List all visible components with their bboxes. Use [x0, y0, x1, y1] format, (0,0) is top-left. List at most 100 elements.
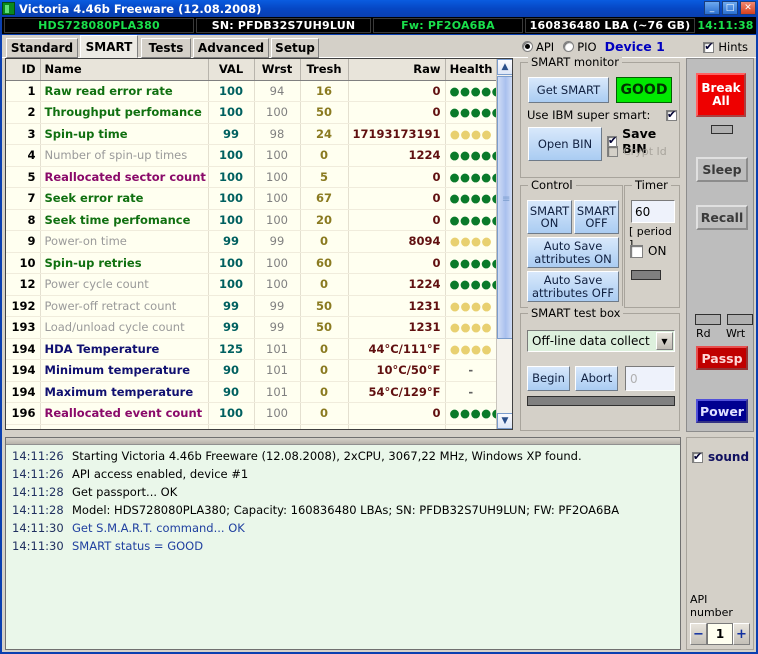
cell-raw: 1224 [348, 144, 446, 167]
test-value-field[interactable]: 0 [625, 366, 675, 391]
radio-api-label: API [536, 39, 555, 54]
smart-off-button[interactable]: SMART OFF [574, 200, 619, 234]
cell-name: Throughput perfomance [40, 101, 209, 124]
smart-on-button[interactable]: SMART ON [527, 200, 572, 234]
header-name[interactable]: Name [40, 59, 209, 81]
crypt-id-checkbox[interactable] [607, 146, 618, 157]
table-row[interactable]: 8 Seek time perfomance 100 100 20 0 ●●●●● [6, 209, 498, 231]
table-row[interactable]: 196 Reallocated event count 100 100 0 0 ●●●●● [6, 402, 498, 425]
cell-health: ●●●●● [445, 273, 498, 296]
api-number-stepper[interactable]: − 1 + [690, 623, 750, 645]
cell-raw: 0 [348, 80, 446, 102]
timer-on-checkbox[interactable] [630, 244, 643, 258]
sound-checkbox[interactable] [692, 450, 703, 463]
table-row[interactable]: 193 Load/unload cycle count 99 99 50 1231 ●●●● [6, 316, 498, 339]
log-console[interactable]: 14:11:26 Starting Victoria 4.46b Freeware… [5, 437, 681, 650]
cell-tresh: 67 [300, 187, 349, 210]
sleep-button[interactable]: Sleep [696, 157, 748, 182]
auto-save-on-button[interactable]: Auto Save attributes ON [527, 237, 619, 268]
cell-name: Power-on time [40, 230, 209, 253]
action-rail: Break All Sleep Recall Rd Wrt Passp Power [686, 58, 754, 432]
cell-wrst: 98 [254, 123, 301, 145]
scrollbar-thumb[interactable] [497, 76, 512, 339]
timer-input[interactable]: 60 [631, 200, 675, 223]
table-row[interactable]: 4 Number of spin-up times 100 100 0 1224 ●●●●● [6, 144, 498, 167]
header-health[interactable]: Health [445, 59, 498, 81]
table-row[interactable]: 194 HDA Temperature 125 101 0 44°C/111°F ●●●● [6, 338, 498, 360]
radio-pio[interactable] [563, 41, 575, 52]
table-row[interactable]: 1 Raw read error rate 100 94 16 0 ●●●●● [6, 80, 498, 102]
header-raw[interactable]: Raw [348, 59, 446, 81]
header-id[interactable]: ID [6, 59, 41, 81]
table-row[interactable]: 197Current pending sectors10010000●●●●● [6, 424, 498, 429]
table-row[interactable]: 194 Minimum temperature 90 101 0 10°C/50°F - [6, 359, 498, 382]
table-row[interactable]: 5 Reallocated sector count 100 100 5 0 ●●●●● [6, 166, 498, 188]
cell-id: 5 [6, 166, 41, 188]
hints-checkbox[interactable] [703, 40, 715, 53]
minimize-button[interactable]: _ [704, 1, 720, 15]
tab-tests[interactable]: Tests [141, 38, 191, 58]
cell-wrst: 99 [254, 316, 301, 339]
cell-name: Reallocated event count [40, 402, 209, 425]
cell-name: Minimum temperature [40, 359, 209, 382]
cell-val: 100 [208, 144, 255, 167]
begin-button[interactable]: Begin [527, 366, 570, 391]
api-number-value[interactable]: 1 [707, 623, 733, 645]
close-button[interactable]: ✕ [740, 1, 756, 15]
window-buttons: _ □ ✕ [704, 1, 756, 15]
passport-button[interactable]: Passp [696, 346, 748, 370]
cell-wrst: 100 [254, 187, 301, 210]
table-row[interactable]: 3 Spin-up time 99 98 24 17193173191 ●●●● [6, 123, 498, 145]
cell-tresh: 50 [300, 101, 349, 124]
header-tresh[interactable]: Tresh [300, 59, 349, 81]
scroll-up-icon[interactable]: ▲ [497, 59, 512, 75]
tab-smart[interactable]: SMART [80, 35, 138, 58]
clock: 14:11:38 [697, 18, 754, 33]
api-increment-button[interactable]: + [733, 623, 750, 645]
log-line: 14:11:28 Get passport... OK [6, 483, 680, 501]
cell-val: 100 [208, 80, 255, 102]
victoria-app-window: Victoria 4.46b Freeware (12.08.2008) _ □… [0, 0, 758, 654]
table-scrollbar[interactable]: ▲ ▼ [496, 59, 512, 429]
control-legend: Control [528, 178, 576, 192]
table-row[interactable]: 10 Spin-up retries 100 100 60 0 ●●●●● [6, 252, 498, 274]
tab-advanced[interactable]: Advanced [193, 38, 269, 58]
cell-raw: 0 [348, 209, 446, 231]
ibm-super-smart-checkbox[interactable] [666, 108, 677, 121]
api-decrement-button[interactable]: − [690, 623, 707, 645]
cell-tresh: 0 [300, 359, 349, 382]
table-row[interactable]: 7 Seek error rate 100 100 67 0 ●●●●● [6, 187, 498, 210]
hints-group: Hints [703, 40, 748, 54]
scroll-down-icon[interactable]: ▼ [497, 413, 512, 429]
cell-health: ●●●●● [445, 166, 498, 188]
cell-val: 90 [208, 381, 255, 403]
maximize-button[interactable]: □ [722, 1, 738, 15]
test-type-select[interactable]: Off-line data collect ▼ [527, 330, 675, 352]
power-button[interactable]: Power [696, 399, 748, 423]
table-row[interactable]: 2 Throughput perfomance 100 100 50 0 ●●●●● [6, 101, 498, 124]
table-row[interactable]: 12 Power cycle count 100 100 0 1224 ●●●●● [6, 273, 498, 296]
tab-setup[interactable]: Setup [271, 38, 319, 58]
test-progress-bar [527, 396, 675, 406]
radio-api[interactable] [522, 41, 533, 52]
open-bin-button[interactable]: Open BIN [528, 127, 602, 161]
table-row[interactable]: 194 Maximum temperature 90 101 0 54°C/129°F - [6, 381, 498, 403]
table-header-row: ID Name VAL Wrst Tresh Raw Health [6, 59, 498, 81]
chevron-down-icon[interactable]: ▼ [656, 332, 673, 350]
auto-save-off-button[interactable]: Auto Save attributes OFF [527, 271, 619, 302]
abort-button[interactable]: Abort [575, 366, 618, 391]
header-wrst[interactable]: Wrst [254, 59, 301, 81]
cell-tresh: 0 [300, 273, 349, 296]
break-all-button[interactable]: Break All [696, 73, 746, 117]
drive-status-strip: HDS728080PLA380 SN: PFDB32S7UH9LUN Fw: P… [2, 17, 756, 34]
cell-id: 12 [6, 273, 41, 296]
cell-name: Seek error rate [40, 187, 209, 210]
recall-button[interactable]: Recall [696, 205, 748, 230]
get-smart-button[interactable]: Get SMART [528, 77, 609, 103]
table-row[interactable]: 9 Power-on time 99 99 0 8094 ●●●● [6, 230, 498, 253]
header-val[interactable]: VAL [208, 59, 255, 81]
log-line: 14:11:26 API access enabled, device #1 [6, 465, 680, 483]
log-time: 14:11:28 [12, 485, 64, 499]
tab-standard[interactable]: Standard [6, 38, 78, 58]
table-row[interactable]: 192 Power-off retract count 99 99 50 1231 ●●●● [6, 295, 498, 317]
